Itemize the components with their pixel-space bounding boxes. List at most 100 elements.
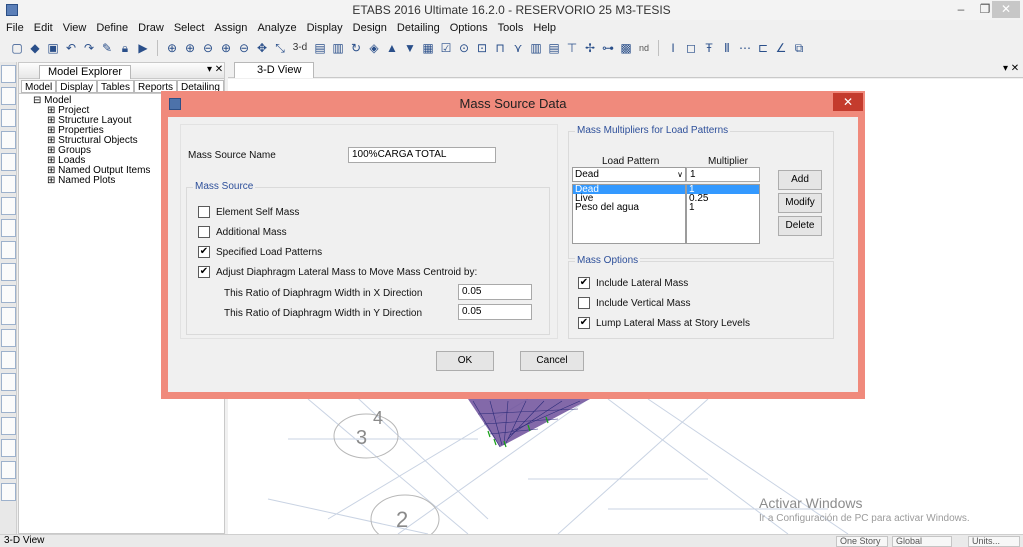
menu-tools[interactable]: Tools (498, 22, 524, 34)
menu-options[interactable]: Options (450, 22, 488, 34)
draw-line-icon[interactable] (1, 109, 16, 127)
close-window-button[interactable]: ✕ (992, 1, 1020, 18)
draw-angle-icon[interactable]: ∠ (774, 41, 788, 55)
list-item[interactable]: Peso del agua (573, 203, 685, 213)
units-button[interactable]: Units... (968, 536, 1020, 547)
draw-tendon-icon[interactable] (1, 329, 16, 347)
pointer-icon[interactable] (1, 65, 16, 83)
draw-wall-icon[interactable]: Ⅱ (720, 41, 734, 55)
load-pattern-dropdown[interactable]: Dead ∨ (572, 167, 686, 182)
menu-view[interactable]: View (63, 22, 87, 34)
zoom-previous-icon[interactable]: ⊖ (237, 41, 251, 55)
load-pattern-list[interactable]: Dead Live Peso del agua (572, 184, 686, 244)
select-all-icon[interactable]: ▩ (619, 41, 633, 55)
lump-lateral-mass-checkbox[interactable]: ✔ (578, 317, 590, 329)
slab-icon[interactable]: ▤ (547, 41, 561, 55)
rotate-icon[interactable]: ↻ (349, 41, 363, 55)
add-button[interactable]: Add (778, 170, 822, 190)
nd-button[interactable]: nd (637, 41, 651, 55)
include-lateral-mass-checkbox[interactable]: ✔ (578, 277, 590, 289)
select-all-tool-icon[interactable] (1, 417, 16, 435)
set-display-icon[interactable]: ☑ (439, 41, 453, 55)
story-selector[interactable]: One Story (836, 536, 888, 547)
draw-beam-icon[interactable]: Ι (666, 41, 680, 55)
pan-icon[interactable]: ✥ (255, 41, 269, 55)
save-icon[interactable]: ▣ (46, 41, 60, 55)
joint-icon[interactable]: ✢ (583, 41, 597, 55)
dialog-close-button[interactable]: ✕ (833, 93, 863, 111)
menu-draw[interactable]: Draw (138, 22, 164, 34)
additional-mass-checkbox[interactable] (198, 226, 210, 238)
delete-button[interactable]: Delete (778, 216, 822, 236)
draw-rectangle-icon[interactable] (1, 241, 16, 259)
zoom-in-icon[interactable]: ⊕ (165, 41, 179, 55)
list-item[interactable]: 0.25 (687, 194, 759, 204)
menu-edit[interactable]: Edit (34, 22, 53, 34)
ratio-y-input[interactable]: 0.05 (458, 304, 532, 320)
draw-opening-icon[interactable]: ⊏ (756, 41, 770, 55)
draw-frame-icon[interactable] (1, 131, 16, 149)
coordinate-system-selector[interactable]: Global (892, 536, 952, 547)
mass-source-name-input[interactable]: 100%CARGA TOTAL (348, 147, 496, 163)
display-options-icon[interactable]: ⊙ (457, 41, 471, 55)
move-down-icon[interactable]: ▼ (403, 41, 417, 55)
draw-wall-panel-icon[interactable] (1, 263, 16, 281)
menu-detailing[interactable]: Detailing (397, 22, 440, 34)
list-item[interactable]: 1 (687, 203, 759, 213)
open-file-icon[interactable]: ◆ (28, 41, 42, 55)
cancel-button[interactable]: Cancel (520, 351, 584, 371)
frame-icon[interactable]: ⊓ (493, 41, 507, 55)
tab-model[interactable]: Model (21, 80, 57, 93)
multiplier-list[interactable]: 1 0.25 1 (686, 184, 760, 244)
draw-link-icon[interactable]: ⧉ (792, 41, 806, 55)
zoom-window-icon[interactable]: ⊕ (183, 41, 197, 55)
menu-analyze[interactable]: Analyze (257, 22, 296, 34)
rubberband-icon[interactable]: ⤡ (273, 41, 287, 55)
pencil-icon[interactable]: ✎ (100, 41, 114, 55)
ok-button[interactable]: OK (436, 351, 494, 371)
menu-assign[interactable]: Assign (214, 22, 247, 34)
menu-display[interactable]: Display (307, 22, 343, 34)
draw-area-icon[interactable]: ◻ (684, 41, 698, 55)
zoom-out-icon[interactable]: ⊖ (201, 41, 215, 55)
modify-button[interactable]: Modify (778, 193, 822, 213)
zoom-restore-icon[interactable]: ⊕ (219, 41, 233, 55)
brace-icon[interactable]: ⋎ (511, 41, 525, 55)
clear-selection-icon[interactable] (1, 461, 16, 479)
undo-icon[interactable]: ↶ (64, 41, 78, 55)
menu-define[interactable]: Define (96, 22, 128, 34)
draw-brace-icon[interactable] (1, 175, 16, 193)
redo-icon[interactable]: ↷ (82, 41, 96, 55)
specified-load-patterns-checkbox[interactable]: ✔ (198, 246, 210, 258)
view-tab-controls[interactable]: ▾ ✕ (1003, 63, 1019, 74)
draw-stair-icon[interactable] (1, 307, 16, 325)
multiplier-input[interactable]: 1 (686, 167, 760, 182)
draw-support-icon[interactable] (1, 373, 16, 391)
quick-draw-icon[interactable] (1, 153, 16, 171)
threed-view-button[interactable]: 3-d (291, 41, 309, 55)
menu-file[interactable]: File (6, 22, 24, 34)
menu-select[interactable]: Select (174, 22, 205, 34)
minimize-button[interactable]: – (948, 1, 974, 18)
menu-design[interactable]: Design (353, 22, 387, 34)
select-previous-icon[interactable] (1, 439, 16, 457)
explorer-pin-close[interactable]: ▾ ✕ (207, 64, 223, 75)
perspective-icon[interactable]: ◈ (367, 41, 381, 55)
adjust-diaphragm-checkbox[interactable]: ✔ (198, 266, 210, 278)
reshape-icon[interactable] (1, 87, 16, 105)
draw-grid-icon[interactable] (1, 351, 16, 369)
draw-link-tool-icon[interactable] (1, 395, 16, 413)
elevation-view-icon[interactable]: ▥ (331, 41, 345, 55)
grid-icon[interactable]: ⊤ (565, 41, 579, 55)
draw-cross-icon[interactable] (1, 197, 16, 215)
tab-display[interactable]: Display (56, 80, 98, 93)
new-file-icon[interactable]: ▢ (10, 41, 24, 55)
draw-floor-icon[interactable] (1, 219, 16, 237)
include-vertical-mass-checkbox[interactable] (578, 297, 590, 309)
lock-icon[interactable]: 🔒︎ (118, 41, 132, 55)
draw-opening-tool-icon[interactable] (1, 285, 16, 303)
ratio-x-input[interactable]: 0.05 (458, 284, 532, 300)
draw-column-icon[interactable]: Ŧ (702, 41, 716, 55)
object-shrink-icon[interactable]: ▦ (421, 41, 435, 55)
plan-view-icon[interactable]: ▤ (313, 41, 327, 55)
